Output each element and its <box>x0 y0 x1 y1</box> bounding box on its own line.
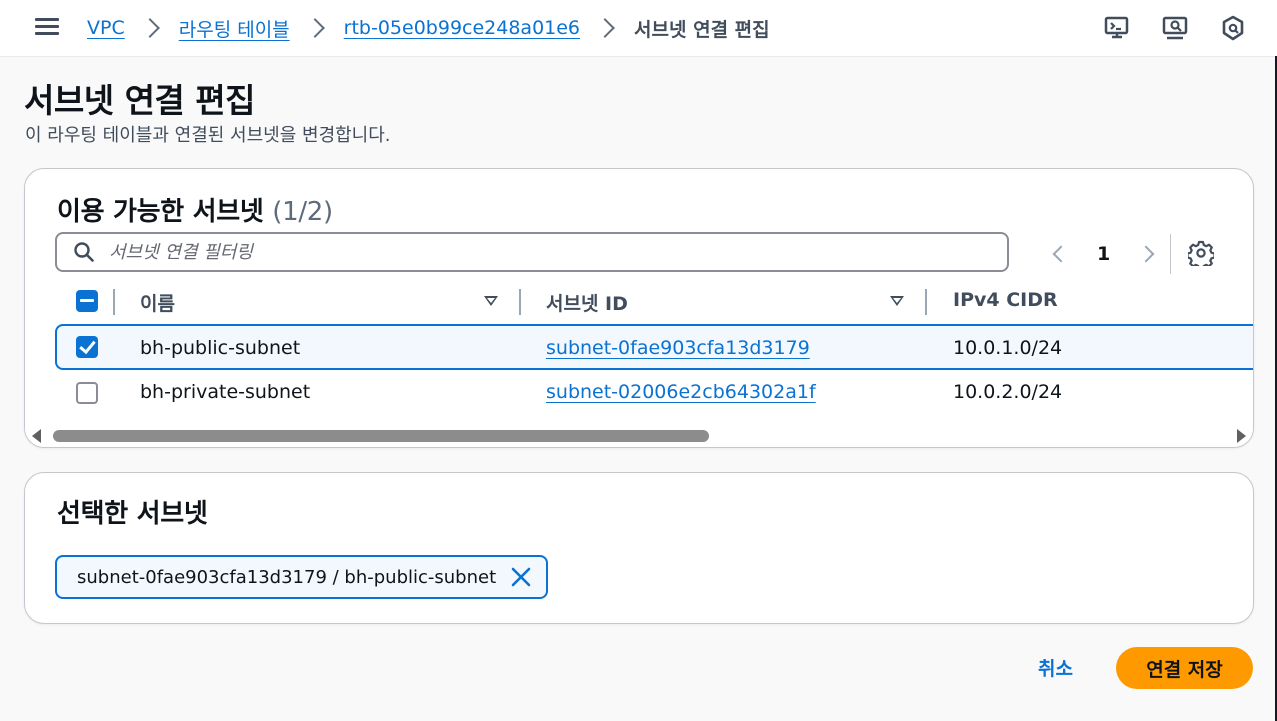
scrollbar-thumb[interactable] <box>53 430 709 442</box>
subnet-id-link[interactable]: subnet-0fae903cfa13d3179 <box>546 337 810 359</box>
selection-count: (1/2) <box>272 197 333 227</box>
chevron-right-icon <box>595 18 615 38</box>
subnet-name: bh-public-subnet <box>140 337 301 359</box>
scroll-right-arrow-icon[interactable] <box>1237 429 1246 443</box>
subnet-cidr: 10.0.2.0/24 <box>953 381 1063 403</box>
screen-search-icon[interactable] <box>1161 14 1189 42</box>
chevron-right-icon[interactable] <box>1137 245 1155 263</box>
row-checkbox[interactable] <box>76 382 98 404</box>
sort-triangle-icon[interactable] <box>890 296 904 306</box>
cancel-button[interactable]: 취소 <box>1038 654 1073 681</box>
column-divider[interactable] <box>519 289 521 315</box>
page-description: 이 라우팅 테이블과 연결된 서브넷을 변경합니다. <box>25 125 391 146</box>
menu-icon[interactable] <box>35 15 59 37</box>
selected-subnets-panel: 선택한 서브넷 subnet-0fae903cfa13d3179 / bh-pu… <box>24 472 1254 624</box>
close-icon[interactable] <box>510 566 532 588</box>
divider <box>1170 234 1172 274</box>
filter-box[interactable] <box>55 232 1009 272</box>
available-subnets-title-text: 이용 가능한 서브넷 <box>57 197 264 227</box>
column-header-ipv4-cidr[interactable]: IPv4 CIDR <box>953 289 1058 311</box>
column-divider[interactable] <box>925 289 927 315</box>
selected-subnets-title: 선택한 서브넷 <box>57 499 208 529</box>
sort-triangle-icon[interactable] <box>484 296 498 306</box>
shield-icon[interactable] <box>1219 14 1247 42</box>
table-row[interactable]: bh-public-subnet subnet-0fae903cfa13d317… <box>55 324 1253 370</box>
token-label: subnet-0fae903cfa13d3179 / bh-public-sub… <box>77 566 497 588</box>
top-toolbar <box>1103 14 1247 42</box>
page-number[interactable]: 1 <box>1097 243 1110 265</box>
top-navigation-bar: VPC 라우팅 테이블 rtb-05e0b99ce248a01e6 서브넷 연결… <box>0 0 1277 57</box>
available-subnets-title: 이용 가능한 서브넷 (1/2) <box>57 191 333 228</box>
subnet-name: bh-private-subnet <box>140 381 311 403</box>
breadcrumb: VPC 라우팅 테이블 rtb-05e0b99ce248a01e6 서브넷 연결… <box>87 14 770 42</box>
available-subnets-panel: 이용 가능한 서브넷 (1/2) 1 이름 서브넷 ID IPv4 CIDR b… <box>24 168 1254 448</box>
breadcrumb-route-table-id[interactable]: rtb-05e0b99ce248a01e6 <box>344 17 580 39</box>
select-all-checkbox[interactable] <box>76 290 98 312</box>
subnet-id-link[interactable]: subnet-02006e2cb64302a1f <box>546 381 816 403</box>
search-icon <box>74 242 94 262</box>
breadcrumb-route-tables[interactable]: 라우팅 테이블 <box>179 15 290 42</box>
scroll-left-arrow-icon[interactable] <box>32 429 41 443</box>
breadcrumb-vpc[interactable]: VPC <box>87 17 125 39</box>
table-header: 이름 서브넷 ID IPv4 CIDR <box>25 279 1253 323</box>
column-header-name[interactable]: 이름 <box>140 289 175 316</box>
subnet-cidr: 10.0.1.0/24 <box>953 337 1063 359</box>
breadcrumb-current-page: 서브넷 연결 편집 <box>634 18 770 41</box>
row-checkbox[interactable] <box>76 336 98 358</box>
pagination: 1 <box>1043 234 1172 274</box>
table-row[interactable]: bh-private-subnet subnet-02006e2cb64302a… <box>25 370 1253 416</box>
filter-input[interactable] <box>107 240 971 264</box>
remote-desktop-icon[interactable] <box>1103 14 1131 42</box>
chevron-right-icon <box>139 18 160 38</box>
horizontal-scrollbar[interactable] <box>25 425 1253 447</box>
column-header-subnet-id[interactable]: 서브넷 ID <box>546 289 628 316</box>
column-divider <box>113 289 115 315</box>
page-title: 서브넷 연결 편집 <box>24 81 256 120</box>
save-associations-button[interactable]: 연결 저장 <box>1116 647 1253 689</box>
selected-subnet-token: subnet-0fae903cfa13d3179 / bh-public-sub… <box>55 555 549 599</box>
chevron-right-icon <box>304 18 325 38</box>
chevron-left-icon[interactable] <box>1052 245 1070 263</box>
gear-icon[interactable] <box>1188 240 1214 266</box>
